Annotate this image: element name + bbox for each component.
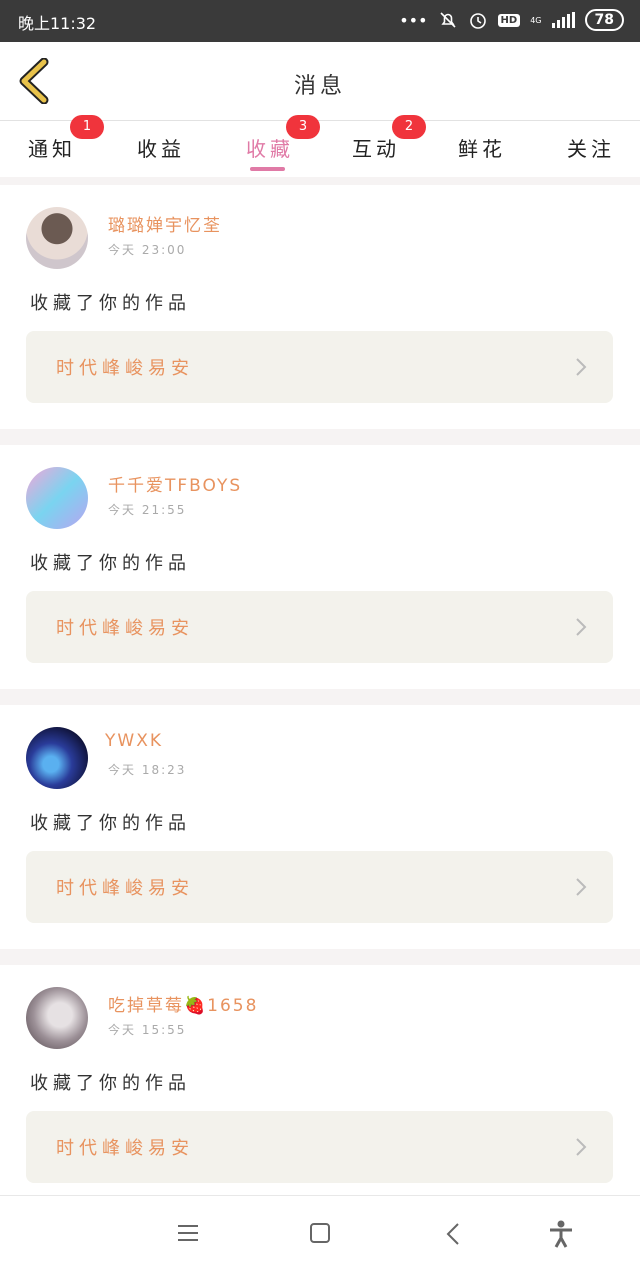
message-text: 收藏了你的作品 bbox=[30, 1073, 191, 1094]
work-title: 时代峰峻易安 bbox=[56, 878, 194, 899]
tab-notifications-badge: 1 bbox=[70, 115, 104, 139]
message-text: 收藏了你的作品 bbox=[30, 553, 191, 574]
message-card: 千千爱TFBOYS 今天 21:55 收藏了你的作品 时代峰峻易安 bbox=[0, 445, 640, 689]
message-time: 今天 21:55 bbox=[108, 503, 187, 517]
message-card: 吃掉草莓🍓1658 今天 15:55 收藏了你的作品 时代峰峻易安 bbox=[0, 965, 640, 1195]
active-tab-indicator bbox=[250, 167, 285, 171]
username[interactable]: 千千爱TFBOYS bbox=[108, 471, 242, 496]
avatar[interactable] bbox=[26, 467, 88, 529]
more-dots-icon: ••• bbox=[399, 10, 428, 30]
status-icons: ••• HD 4G 78 bbox=[399, 9, 624, 31]
tab-earnings[interactable]: 收益 bbox=[137, 133, 185, 162]
avatar[interactable] bbox=[26, 207, 88, 269]
work-link[interactable]: 时代峰峻易安 bbox=[26, 1111, 613, 1183]
message-card: 璐璐婵宇忆荃 今天 23:00 收藏了你的作品 时代峰峻易安 bbox=[0, 185, 640, 429]
message-time: 今天 15:55 bbox=[108, 1023, 187, 1037]
battery-icon: 78 bbox=[584, 9, 624, 31]
system-nav-bar bbox=[0, 1195, 640, 1281]
message-text: 收藏了你的作品 bbox=[30, 293, 191, 314]
mute-bell-icon bbox=[439, 12, 456, 28]
header: 消息 bbox=[0, 42, 640, 121]
alarm-icon bbox=[469, 13, 486, 29]
tab-notifications[interactable]: 通知 bbox=[28, 133, 76, 162]
tab-favorites[interactable]: 收藏 bbox=[246, 133, 294, 162]
work-link[interactable]: 时代峰峻易安 bbox=[26, 331, 613, 403]
tab-favorites-badge: 3 bbox=[286, 115, 320, 139]
menu-icon[interactable] bbox=[177, 1222, 199, 1244]
message-time: 今天 23:00 bbox=[108, 243, 187, 257]
avatar[interactable] bbox=[26, 987, 88, 1049]
username[interactable]: YWXK bbox=[105, 731, 163, 751]
tab-interactions-badge: 2 bbox=[392, 115, 426, 139]
message-time: 今天 18:23 bbox=[108, 763, 187, 777]
chevron-right-icon bbox=[576, 878, 587, 896]
tab-bar: 通知 1 收益 收藏 3 互动 2 鲜花 关注 bbox=[0, 115, 640, 177]
username[interactable]: 璐璐婵宇忆荃 bbox=[108, 211, 222, 236]
network-label: 4G bbox=[530, 15, 542, 25]
tab-following[interactable]: 关注 bbox=[567, 133, 615, 162]
page-title: 消息 bbox=[293, 74, 346, 99]
tab-interactions[interactable]: 互动 bbox=[352, 133, 400, 162]
status-bar: 晚上11:32 ••• HD 4G 78 bbox=[0, 0, 640, 42]
chevron-right-icon bbox=[576, 358, 587, 376]
work-title: 时代峰峻易安 bbox=[56, 1138, 194, 1159]
chevron-right-icon bbox=[576, 618, 587, 636]
status-time: 晚上11:32 bbox=[18, 14, 97, 33]
work-title: 时代峰峻易安 bbox=[56, 358, 194, 379]
message-text: 收藏了你的作品 bbox=[30, 813, 191, 834]
work-link[interactable]: 时代峰峻易安 bbox=[26, 851, 613, 923]
message-card: YWXK 今天 18:23 收藏了你的作品 时代峰峻易安 bbox=[0, 705, 640, 949]
chevron-right-icon bbox=[576, 1138, 587, 1156]
accessibility-icon[interactable] bbox=[548, 1220, 574, 1248]
tab-flowers[interactable]: 鲜花 bbox=[458, 133, 506, 162]
username[interactable]: 吃掉草莓🍓1658 bbox=[108, 991, 258, 1016]
home-icon[interactable] bbox=[309, 1222, 331, 1244]
work-title: 时代峰峻易安 bbox=[56, 618, 194, 639]
back-nav-icon[interactable] bbox=[445, 1222, 461, 1246]
avatar[interactable] bbox=[26, 727, 88, 789]
signal-icon bbox=[551, 12, 575, 28]
hd-icon: HD bbox=[497, 13, 521, 27]
work-link[interactable]: 时代峰峻易安 bbox=[26, 591, 613, 663]
